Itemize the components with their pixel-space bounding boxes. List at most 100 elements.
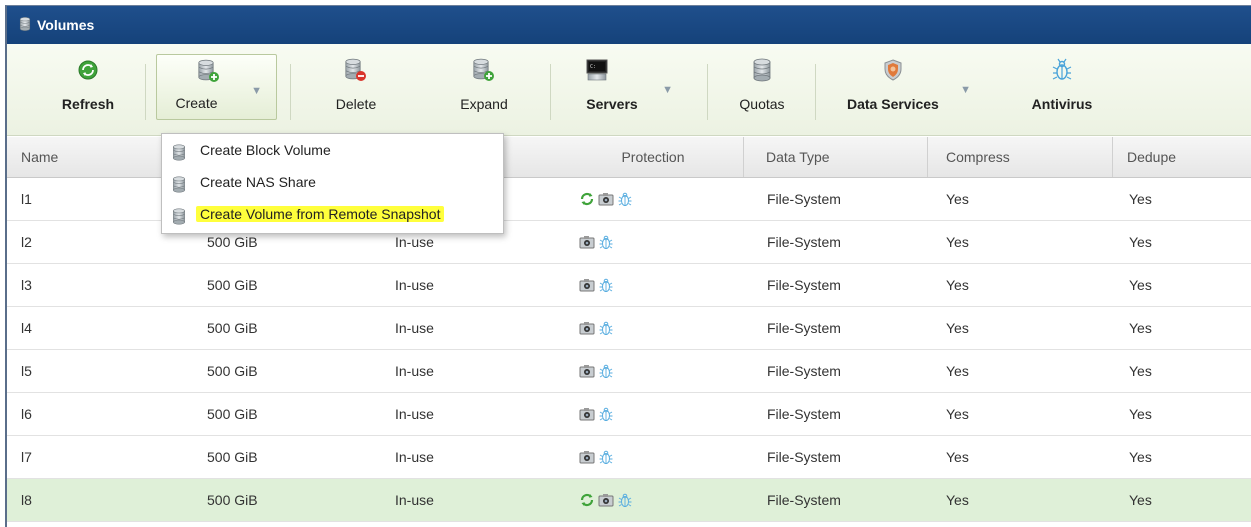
cell-size: 500 GiB [207, 320, 258, 336]
antivirus-icon [598, 448, 617, 465]
antivirus-icon [598, 405, 617, 422]
snapshot-icon [598, 190, 617, 207]
create-volume-icon [198, 59, 219, 82]
toolbar: Refresh ▼ Create Delete Expand C: ▼ Serv… [7, 44, 1251, 136]
menu-item-label: Create Volume from Remote Snapshot [196, 206, 445, 222]
cell-name: l1 [21, 191, 32, 207]
expand-button[interactable]: Expand [447, 54, 521, 120]
cell-data-type: File-System [767, 277, 841, 293]
cell-protection [579, 491, 636, 509]
delete-volume-icon [345, 58, 366, 81]
menu-item-label: Create Block Volume [200, 142, 331, 158]
create-button[interactable]: ▼ Create [156, 54, 277, 120]
table-row[interactable]: l5 500 GiB In-use File-System Yes Yes [7, 350, 1251, 393]
data-services-button[interactable]: ▼ Data Services [837, 54, 971, 120]
cell-size: 500 GiB [207, 363, 258, 379]
bug-icon [1052, 58, 1072, 80]
cell-compress: Yes [946, 277, 969, 293]
snapshot-icon [579, 362, 598, 379]
replication-icon [579, 491, 598, 508]
replication-icon [579, 190, 598, 207]
cell-protection [579, 319, 617, 337]
create-dropdown-menu: Create Block Volume Create NAS Share Cre… [161, 133, 504, 234]
cell-data-type: File-System [767, 191, 841, 207]
cell-status: In-use [395, 406, 434, 422]
cell-size: 500 GiB [207, 449, 258, 465]
nas-share-icon [172, 176, 186, 193]
cell-dedupe: Yes [1129, 191, 1152, 207]
cell-compress: Yes [946, 191, 969, 207]
table-row[interactable]: l3 500 GiB In-use File-System Yes Yes [7, 264, 1251, 307]
toolbar-separator [707, 64, 708, 120]
quota-icon [750, 58, 774, 82]
column-header-protection[interactable]: Protection [563, 137, 744, 177]
quotas-button[interactable]: Quotas [729, 54, 795, 120]
cell-compress: Yes [946, 492, 969, 508]
column-header-dedupe[interactable]: Dedupe [1113, 137, 1251, 177]
quotas-label: Quotas [739, 96, 785, 112]
cell-status: In-use [395, 277, 434, 293]
cell-compress: Yes [946, 449, 969, 465]
toolbar-separator [290, 64, 291, 120]
cell-data-type: File-System [767, 363, 841, 379]
cell-name: l8 [21, 492, 32, 508]
refresh-label: Refresh [61, 96, 115, 112]
snapshot-icon [579, 233, 598, 250]
chevron-down-icon[interactable]: ▼ [960, 84, 971, 96]
cell-name: l5 [21, 363, 32, 379]
cell-dedupe: Yes [1129, 277, 1152, 293]
antivirus-label: Antivirus [1031, 96, 1093, 112]
antivirus-icon [598, 362, 617, 379]
server-icon: C: [586, 59, 608, 81]
menu-item-label: Create NAS Share [200, 174, 316, 190]
menu-item-create-volume-from-remote-snapshot[interactable]: Create Volume from Remote Snapshot [162, 200, 505, 230]
database-icon [19, 16, 31, 32]
table-row[interactable]: l6 500 GiB In-use File-System Yes Yes [7, 393, 1251, 436]
antivirus-icon [617, 190, 636, 207]
table-row[interactable]: l8 500 GiB In-use File-System Yes Yes [7, 479, 1251, 522]
column-header-data-type[interactable]: Data Type [744, 137, 928, 177]
expand-volume-icon [473, 58, 494, 81]
cell-dedupe: Yes [1129, 234, 1152, 250]
antivirus-button[interactable]: Antivirus [1012, 54, 1112, 120]
cell-data-type: File-System [767, 320, 841, 336]
column-header-compress[interactable]: Compress [928, 137, 1113, 177]
cell-status: In-use [395, 449, 434, 465]
chevron-down-icon[interactable]: ▼ [662, 84, 673, 96]
refresh-icon [78, 60, 98, 80]
snapshot-icon [579, 448, 598, 465]
window-title: Volumes [37, 17, 95, 33]
table-row[interactable]: l4 500 GiB In-use File-System Yes Yes [7, 307, 1251, 350]
refresh-button[interactable]: Refresh [51, 54, 125, 120]
cell-dedupe: Yes [1129, 363, 1152, 379]
cell-protection [579, 362, 617, 380]
menu-item-create-block-volume[interactable]: Create Block Volume [162, 136, 505, 166]
cell-protection [579, 405, 617, 423]
snapshot-volume-icon [172, 208, 186, 225]
servers-button[interactable]: C: ▼ Servers [567, 54, 687, 120]
cell-size: 500 GiB [207, 406, 258, 422]
cell-size: 500 GiB [207, 277, 258, 293]
cell-compress: Yes [946, 363, 969, 379]
cell-size: 500 GiB [207, 492, 258, 508]
cell-compress: Yes [946, 320, 969, 336]
cell-dedupe: Yes [1129, 449, 1152, 465]
cell-status: In-use [395, 492, 434, 508]
toolbar-separator [145, 64, 146, 120]
shield-icon [884, 59, 902, 81]
table-row[interactable]: l7 500 GiB In-use File-System Yes Yes [7, 436, 1251, 479]
snapshot-icon [579, 276, 598, 293]
antivirus-icon [598, 233, 617, 250]
menu-item-create-nas-share[interactable]: Create NAS Share [162, 168, 505, 198]
delete-button[interactable]: Delete [320, 54, 392, 120]
cell-data-type: File-System [767, 234, 841, 250]
cell-status: In-use [395, 320, 434, 336]
cell-data-type: File-System [767, 492, 841, 508]
antivirus-icon [598, 276, 617, 293]
cell-protection [579, 190, 636, 208]
antivirus-icon [617, 491, 636, 508]
data-services-label: Data Services [847, 96, 939, 112]
cell-name: l3 [21, 277, 32, 293]
cell-dedupe: Yes [1129, 406, 1152, 422]
svg-text:C:: C: [590, 64, 596, 70]
